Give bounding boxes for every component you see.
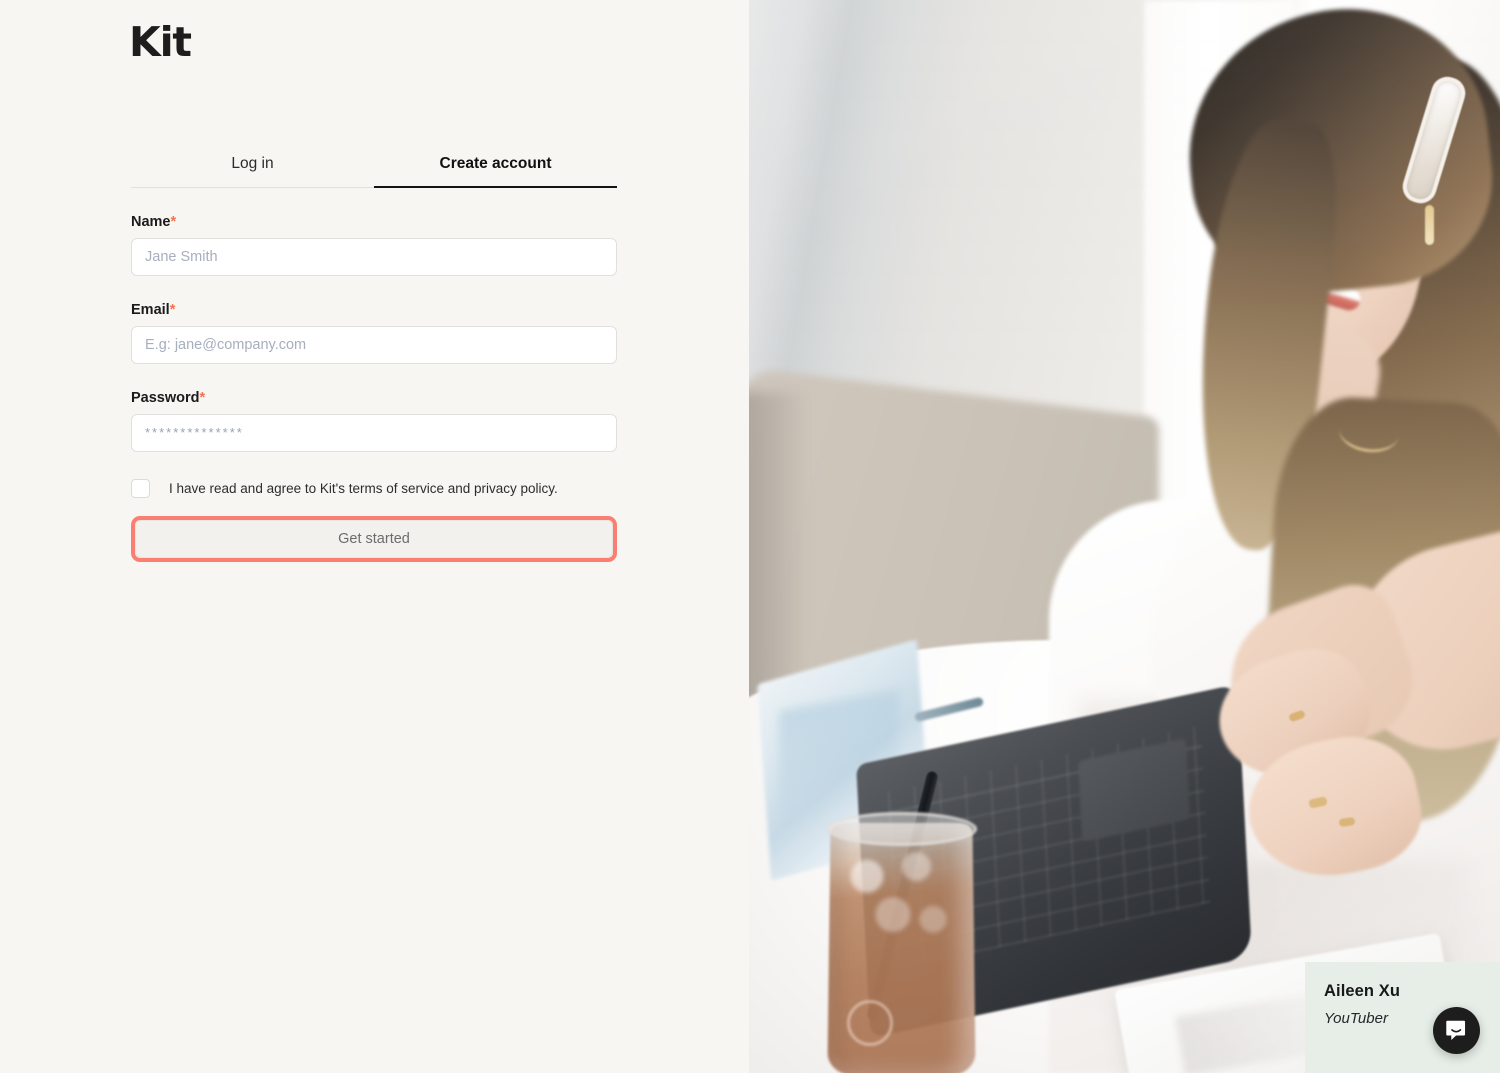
- password-field-group: Password*: [131, 390, 617, 452]
- terms-checkbox[interactable]: [131, 479, 150, 498]
- auth-panel: Kit Log in Create account Name* Email* P…: [0, 0, 749, 1073]
- tab-log-in[interactable]: Log in: [131, 155, 374, 188]
- tab-create-account[interactable]: Create account: [374, 155, 617, 188]
- name-field-group: Name*: [131, 214, 617, 276]
- hero-photo: [749, 0, 1500, 1073]
- signup-page: Kit Log in Create account Name* Email* P…: [0, 0, 1500, 1073]
- terms-label[interactable]: I have read and agree to Kit's terms of …: [169, 481, 558, 496]
- password-label-text: Password: [131, 390, 200, 406]
- name-required-asterisk: *: [171, 214, 177, 230]
- photo-cup-rim: [827, 812, 977, 846]
- password-label: Password*: [131, 390, 617, 406]
- auth-form: Log in Create account Name* Email* Passw…: [131, 155, 617, 562]
- photo-ice-cubes: [841, 845, 959, 965]
- auth-tabs: Log in Create account: [131, 155, 617, 188]
- password-required-asterisk: *: [200, 390, 206, 406]
- terms-row: I have read and agree to Kit's terms of …: [131, 479, 617, 498]
- name-label-text: Name: [131, 214, 171, 230]
- photo-cup-logo: [847, 1000, 893, 1046]
- name-label: Name*: [131, 214, 617, 230]
- email-required-asterisk: *: [170, 302, 176, 318]
- chat-launcher-button[interactable]: [1433, 1007, 1480, 1054]
- email-label: Email*: [131, 302, 617, 318]
- get-started-button[interactable]: Get started: [135, 520, 613, 558]
- photo-earring: [1425, 205, 1434, 245]
- name-input[interactable]: [131, 238, 617, 276]
- email-label-text: Email: [131, 302, 170, 318]
- email-input[interactable]: [131, 326, 617, 364]
- get-started-highlight-ring: Get started: [131, 516, 617, 562]
- chat-bubble-icon: [1444, 1018, 1469, 1043]
- testimonial-name: Aileen Xu: [1324, 982, 1500, 1001]
- password-input[interactable]: [131, 414, 617, 452]
- email-field-group: Email*: [131, 302, 617, 364]
- kit-logo: Kit: [129, 18, 191, 66]
